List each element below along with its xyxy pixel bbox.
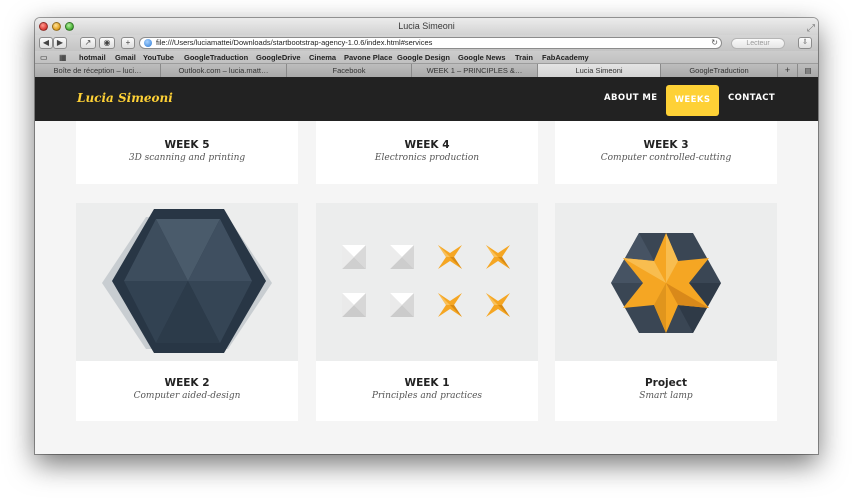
reader-button[interactable]: Lecteur — [731, 38, 785, 49]
portfolio-subtitle: Smart lamp — [639, 391, 693, 401]
bookmark-pavone-place[interactable]: Pavone Place — [344, 51, 392, 64]
folded-squares-icon — [342, 245, 510, 317]
bookmark-hotmail[interactable]: hotmail — [79, 51, 106, 64]
hexagon-icon — [102, 209, 272, 353]
portfolio-title: WEEK 5 — [164, 139, 210, 151]
portfolio-title: WEEK 3 — [643, 139, 689, 151]
window-title: Lucia Simeoni — [398, 21, 455, 31]
tab-outlook[interactable]: Outlook.com – lucia.matt… — [161, 64, 287, 77]
top-sites-icon[interactable]: ▦ — [59, 51, 67, 64]
tab-lucia-simeoni[interactable]: Lucia Simeoni — [538, 64, 661, 77]
close-window-button[interactable] — [39, 22, 48, 31]
browser-window: Lucia Simeoni ⤢ ◀ ▶ ↗ ◉ + file:///Users/… — [35, 18, 818, 454]
portfolio-item-week4[interactable]: WEEK 4 Electronics production — [316, 121, 538, 184]
portfolio-image-project[interactable] — [555, 203, 777, 361]
history-button[interactable]: ◉ — [99, 37, 115, 49]
nav-about-me[interactable]: ABOUT ME — [604, 93, 657, 103]
zoom-window-button[interactable] — [65, 22, 74, 31]
download-icon[interactable]: ⇩ — [798, 37, 812, 49]
portfolio-subtitle: Principles and practices — [371, 391, 483, 401]
portfolio-subtitle: 3D scanning and printing — [128, 153, 246, 163]
globe-icon — [144, 39, 152, 47]
add-bookmark-button[interactable]: + — [121, 37, 135, 49]
portfolio-subtitle: Computer aided-design — [133, 391, 241, 401]
back-button[interactable]: ◀ — [39, 37, 53, 49]
tab-googletraduction[interactable]: GoogleTraduction — [661, 64, 778, 77]
portfolio-title: WEEK 1 — [404, 377, 450, 389]
bookmark-youtube[interactable]: YouTube — [143, 51, 174, 64]
browser-toolbar: ◀ ▶ ↗ ◉ + file:///Users/luciamattei/Down… — [35, 35, 818, 51]
portfolio-item-week5[interactable]: WEEK 5 3D scanning and printing — [76, 121, 298, 184]
nav-contact[interactable]: CONTACT — [728, 93, 775, 103]
minimize-window-button[interactable] — [52, 22, 61, 31]
portfolio-item-week3[interactable]: WEEK 3 Computer controlled-cutting — [555, 121, 777, 184]
bookmark-fabacademy[interactable]: FabAcademy — [542, 51, 589, 64]
forward-button[interactable]: ▶ — [53, 37, 67, 49]
portfolio-title: WEEK 2 — [164, 377, 210, 389]
portfolio-subtitle: Computer controlled-cutting — [600, 153, 732, 163]
bookmark-train[interactable]: Train — [515, 51, 533, 64]
url-text: file:///Users/luciamattei/Downloads/star… — [156, 38, 433, 47]
portfolio-subtitle: Electronics production — [374, 153, 480, 163]
tab-facebook[interactable]: Facebook — [287, 64, 412, 77]
portfolio-item-project[interactable]: Project Smart lamp — [555, 361, 777, 421]
bookmark-google-design[interactable]: Google Design — [397, 51, 450, 64]
share-button[interactable]: ↗ — [80, 37, 96, 49]
bookmark-cinema[interactable]: Cinema — [309, 51, 336, 64]
hexagon-star-icon — [611, 233, 721, 333]
bookmarks-bar: ▭ ▦ hotmail Gmail YouTube GoogleTraducti… — [35, 51, 818, 64]
reading-list-icon[interactable]: ▭ — [40, 51, 48, 64]
reload-icon[interactable]: ↻ — [711, 38, 718, 48]
portfolio-item-week1[interactable]: WEEK 1 Principles and practices — [316, 361, 538, 421]
bookmark-gmail[interactable]: Gmail — [115, 51, 136, 64]
portfolio-image-week1[interactable] — [316, 203, 538, 361]
tab-overview-icon[interactable]: ▤ — [798, 64, 818, 77]
tab-bar: Boîte de réception – luci… Outlook.com –… — [35, 64, 818, 77]
site-brand[interactable]: Lucia Simeoni — [77, 91, 173, 105]
tab-week1[interactable]: WEEK 1 – PRINCIPLES &… — [412, 64, 538, 77]
tab-inbox[interactable]: Boîte de réception – luci… — [35, 64, 161, 77]
bookmark-google-news[interactable]: Google News — [458, 51, 506, 64]
portfolio-item-week2[interactable]: WEEK 2 Computer aided-design — [76, 361, 298, 421]
bookmark-googletraduction[interactable]: GoogleTraduction — [184, 51, 248, 64]
bookmark-googledrive[interactable]: GoogleDrive — [256, 51, 301, 64]
new-tab-button[interactable]: + — [778, 64, 798, 77]
nav-weeks[interactable]: WEEKS — [666, 85, 719, 116]
portfolio-title: Project — [644, 377, 688, 389]
title-bar: Lucia Simeoni ⤢ — [35, 18, 818, 35]
portfolio-title: WEEK 4 — [404, 139, 450, 151]
portfolio-image-week2[interactable] — [76, 203, 298, 361]
url-input[interactable]: file:///Users/luciamattei/Downloads/star… — [139, 37, 722, 49]
portfolio-section: WEEK 5 3D scanning and printing WEEK 4 E… — [35, 121, 818, 454]
